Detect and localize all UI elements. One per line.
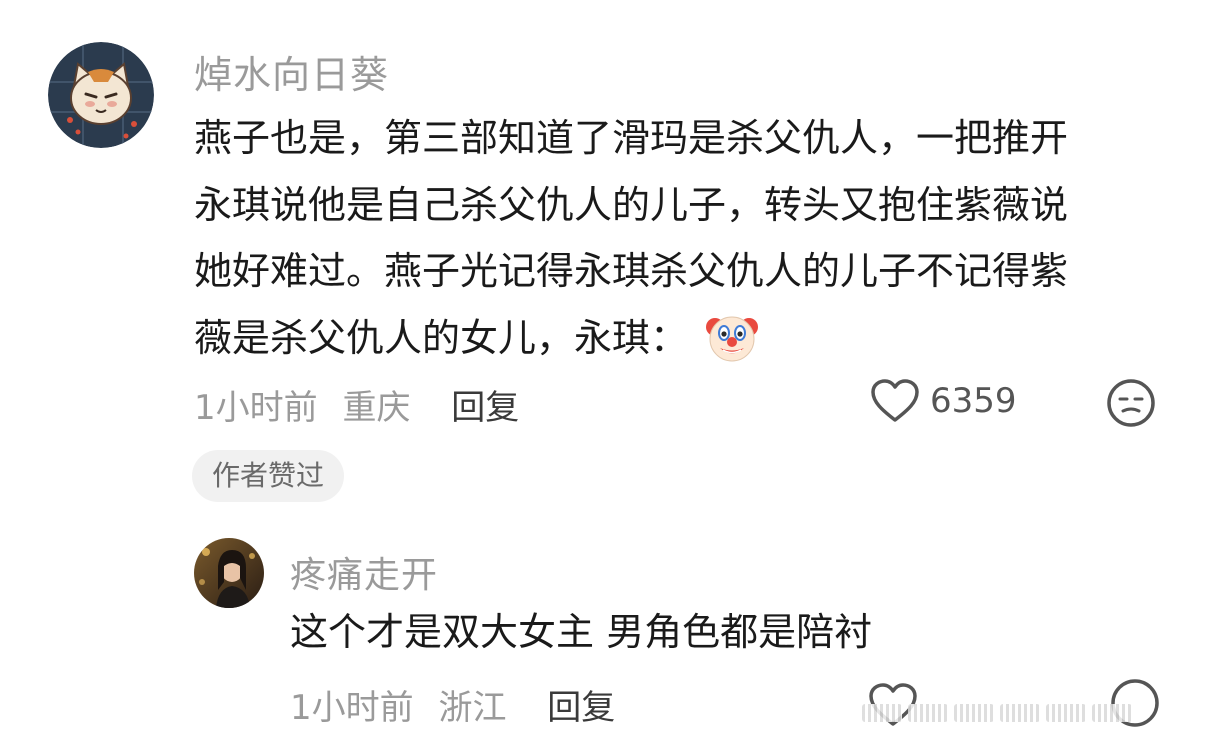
watermark-mark [1000, 704, 1040, 722]
comment-line: 永琪说他是自己杀父仇人的儿子，转头又抱住紫薇说 [194, 182, 1069, 227]
comment-thread: 焯水向日葵 燕子也是，第三部知道了滑玛是杀父仇人，一把推开 永琪说他是自己杀父仇… [0, 0, 1206, 740]
avatar[interactable] [48, 42, 154, 148]
reply-button[interactable]: 回复 [451, 388, 519, 428]
comment-line-last: 薇是杀父仇人的女儿，永琪： [194, 305, 1174, 372]
reply-time: 1小时前 [290, 688, 414, 728]
username[interactable]: 疼痛走开 [290, 546, 438, 598]
comment-line: 她好难过。燕子光记得永琪杀父仇人的儿子不记得紫 [194, 249, 1069, 293]
comment-body: 燕子也是，第三部知道了滑玛是杀父仇人，一把推开 永琪说他是自己杀父仇人的儿子，转… [194, 105, 1174, 371]
comment-time: 1小时前 [194, 388, 318, 428]
watermark-mark [1092, 704, 1132, 722]
watermark [862, 702, 1192, 724]
photo-avatar-icon [194, 538, 264, 608]
reply-button[interactable]: 回复 [547, 688, 615, 728]
comment-line: 燕子也是，第三部知道了滑玛是杀父仇人，一把推开 [194, 116, 1069, 160]
watermark-mark [1046, 704, 1086, 722]
username[interactable]: 焯水向日葵 [194, 44, 389, 99]
reply-location: 浙江 [438, 688, 507, 728]
clown-face-icon [706, 316, 759, 361]
like-count: 6359 [930, 381, 1017, 421]
reply-meta: 1小时前 浙江 回复 [290, 680, 615, 729]
watermark-mark [862, 704, 902, 722]
author-liked-badge: 作者赞过 [192, 450, 345, 502]
cat-avatar-icon [48, 42, 154, 148]
watermark-mark [954, 704, 994, 722]
heart-icon [871, 379, 919, 422]
dislike-face-icon [1107, 379, 1155, 427]
like-button[interactable]: 6359 [870, 378, 1017, 424]
reply-body: 这个才是双大女主 男角色都是陪衬 [290, 610, 873, 654]
dislike-button[interactable] [1106, 378, 1156, 432]
avatar[interactable] [194, 538, 264, 608]
comment-line-text: 薇是杀父仇人的女儿，永琪： [194, 315, 689, 360]
comment-location: 重庆 [342, 388, 411, 428]
comment-meta: 1小时前 重庆 回复 [194, 380, 519, 429]
watermark-mark [908, 704, 948, 722]
